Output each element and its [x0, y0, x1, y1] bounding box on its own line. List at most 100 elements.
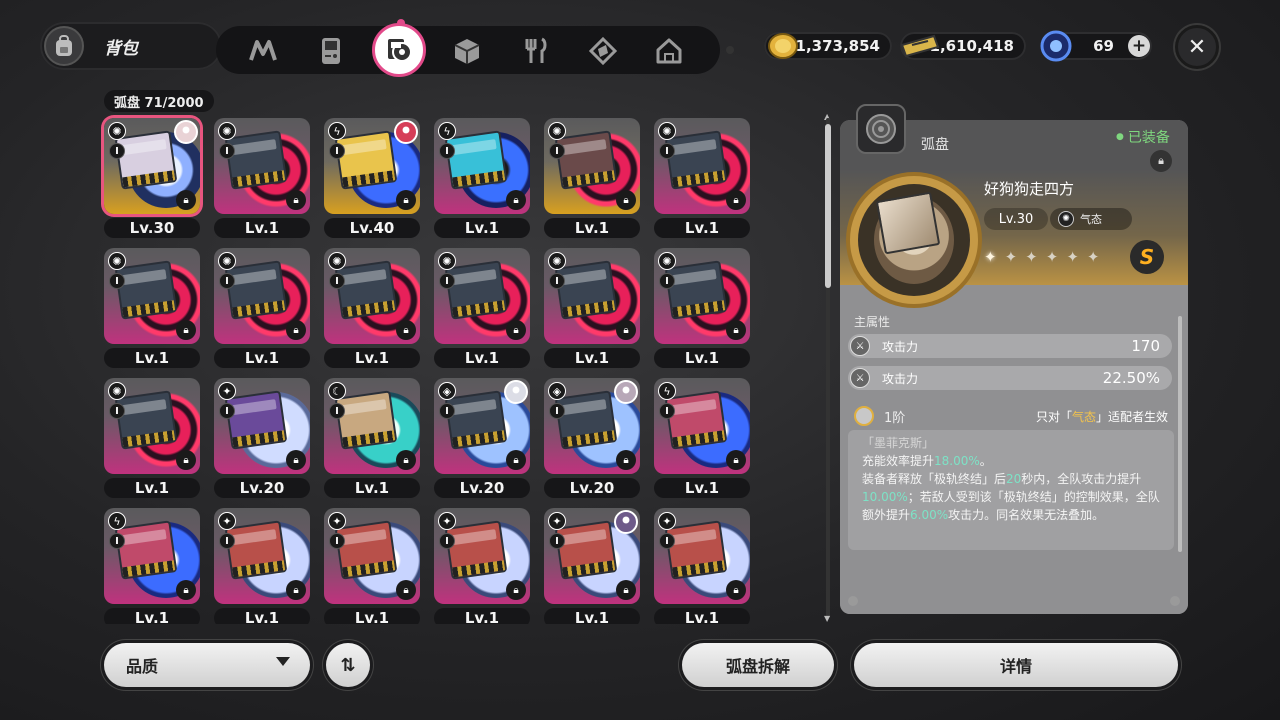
disc-card[interactable]: ✺ I 🔒︎ [654, 118, 750, 214]
effect-text: 装备者释放「极轨终结」后 [862, 472, 1007, 486]
lock-icon: 🔒︎ [286, 320, 306, 340]
case-label [561, 529, 607, 546]
upgrade-star-icon: ✦ [1025, 248, 1038, 266]
disc-card[interactable]: ◈ I 🔒︎ [544, 378, 640, 474]
tab-drive-discs[interactable] [372, 23, 426, 77]
scroll-down-icon[interactable]: ▼ [824, 614, 830, 623]
disc-level-label: Lv.1 [654, 478, 750, 498]
dismantle-button[interactable]: 弧盘拆解 [682, 643, 834, 687]
disc-card[interactable]: ✺ I 🔒︎ [324, 248, 420, 344]
disc-card[interactable]: ✦ I 🔒︎ [654, 508, 750, 604]
fork-knife-icon [525, 37, 547, 63]
disc-grid: ✺ I 🔒︎ Lv.30 ✺ I 🔒︎ Lv.1 ϟ I 🔒︎ Lv.40 ϟ I 🔒︎ Lv.1 ✺ I 🔒︎ Lv… [96, 110, 766, 624]
backpack-icon [44, 26, 84, 66]
stat-label: 攻击力 [882, 371, 919, 386]
equipped-agent-avatar [394, 120, 418, 144]
disc-level-label: Lv.1 [654, 348, 750, 368]
close-icon: ✕ [1187, 34, 1207, 60]
effect-value: 6.00% [910, 508, 949, 522]
disc-level: Lv.30 [984, 208, 1048, 230]
quality-filter-dropdown[interactable]: 品质 [104, 643, 310, 687]
slot-number-icon: I [659, 273, 675, 289]
equipped-agent-avatar [614, 380, 638, 404]
disc-level-label: Lv.1 [434, 218, 530, 238]
disc-card[interactable]: ϟ I 🔒︎ [324, 118, 420, 214]
equipped-agent-avatar [504, 380, 528, 404]
sort-icon: ⇅ [340, 654, 356, 676]
disc-card[interactable]: ✺ I 🔒︎ [434, 248, 530, 344]
disc-level-label: Lv.1 [104, 478, 200, 498]
disc-level-label: Lv.1 [324, 608, 420, 624]
tab-home[interactable] [652, 34, 686, 68]
disc-card[interactable]: ϟ I 🔒︎ [434, 118, 530, 214]
tier-icon [854, 406, 874, 426]
grid-scroll-thumb[interactable] [825, 124, 831, 288]
detail-lock-toggle[interactable]: 🔒︎ [1150, 150, 1172, 172]
case-label [231, 399, 277, 416]
disc-card[interactable]: ϟ I 🔒︎ [104, 508, 200, 604]
upgrade-star-icon: ✦ [1066, 248, 1079, 266]
disc-case-art [114, 260, 178, 320]
disc-card[interactable]: ◈ I 🔒︎ [434, 378, 530, 474]
disc-card[interactable]: ✺ I 🔒︎ [104, 248, 200, 344]
upgrade-stars: ✦ ✦ ✦ ✦ ✦ ✦ [984, 248, 1099, 266]
disc-card[interactable]: ✦ I 🔒︎ [544, 508, 640, 604]
sort-order-button[interactable]: ⇅ [326, 643, 370, 687]
tab-agents[interactable] [246, 34, 280, 68]
attribute-icon: ◈ [438, 382, 456, 400]
lock-icon: 🔒︎ [506, 320, 526, 340]
slot-number-icon: I [549, 273, 565, 289]
disc-level-label: Lv.1 [324, 478, 420, 498]
diamond-box-icon [589, 37, 617, 65]
disc-card[interactable]: ✺ I 🔒︎ [544, 118, 640, 214]
disc-case-art [554, 520, 618, 580]
lock-icon: 🔒︎ [506, 580, 526, 600]
close-button[interactable]: ✕ [1175, 25, 1219, 69]
disc-card[interactable]: ✺ I 🔒︎ [214, 118, 310, 214]
add-charge-button[interactable]: + [1128, 35, 1150, 57]
ticket-icon [900, 34, 940, 58]
disc-card[interactable]: ✦ I 🔒︎ [214, 378, 310, 474]
attribute-icon: ✺ [328, 252, 346, 270]
currency-value: 1,373,854 [795, 37, 880, 55]
detail-scrollbar[interactable] [1178, 316, 1182, 552]
disc-card[interactable]: ✺ I 🔒︎ [104, 378, 200, 474]
quality-label: 品质 [126, 657, 159, 676]
tab-materials[interactable] [450, 34, 484, 68]
disc-card[interactable]: ✺ I 🔒︎ [544, 248, 640, 344]
corner-decoration [848, 596, 858, 606]
rank-badge: S [1130, 240, 1164, 274]
lock-icon: 🔒︎ [616, 320, 636, 340]
currency-value: 1,610,418 [929, 37, 1014, 55]
disc-card[interactable]: ✦ I 🔒︎ [214, 508, 310, 604]
case-label [451, 529, 497, 546]
disc-level-label: Lv.1 [104, 348, 200, 368]
disc-case-art [114, 390, 178, 450]
disc-card[interactable]: ✦ I 🔒︎ [324, 508, 420, 604]
slot-number-icon: I [659, 533, 675, 549]
tab-special[interactable] [586, 34, 620, 68]
lock-icon: 🔒︎ [726, 450, 746, 470]
effect-text: 充能效率提升 [862, 454, 935, 468]
upgrade-star-icon: ✦ [1004, 248, 1018, 266]
disc-card[interactable]: ☾ I 🔒︎ [324, 378, 420, 474]
effect-line-2: 装备者释放「极轨终结」后20秒内，全队攻击力提升10.00%；若敌人受到该「极轨… [862, 470, 1160, 524]
attribute-icon: ✺ [548, 252, 566, 270]
tab-food[interactable] [518, 34, 552, 68]
disc-case-art [554, 390, 618, 450]
tab-gadgets[interactable] [314, 34, 348, 68]
case-label [561, 139, 607, 156]
case-label [561, 399, 607, 416]
disc-category-icon [856, 104, 906, 154]
disc-card[interactable]: ✺ I 🔒︎ [104, 118, 200, 214]
case-label [231, 139, 277, 156]
attribute-icon: ✺ [108, 382, 126, 400]
disc-card[interactable]: ✺ I 🔒︎ [654, 248, 750, 344]
details-button[interactable]: 详情 [854, 643, 1178, 687]
main-stats-title: 主属性 [854, 315, 891, 329]
disc-card[interactable]: ✦ I 🔒︎ [434, 508, 530, 604]
effect-value: 18.00% [934, 454, 980, 468]
disc-card[interactable]: ϟ I 🔒︎ [654, 378, 750, 474]
disc-card[interactable]: ✺ I 🔒︎ [214, 248, 310, 344]
attribute-icon: ☾ [328, 382, 346, 400]
